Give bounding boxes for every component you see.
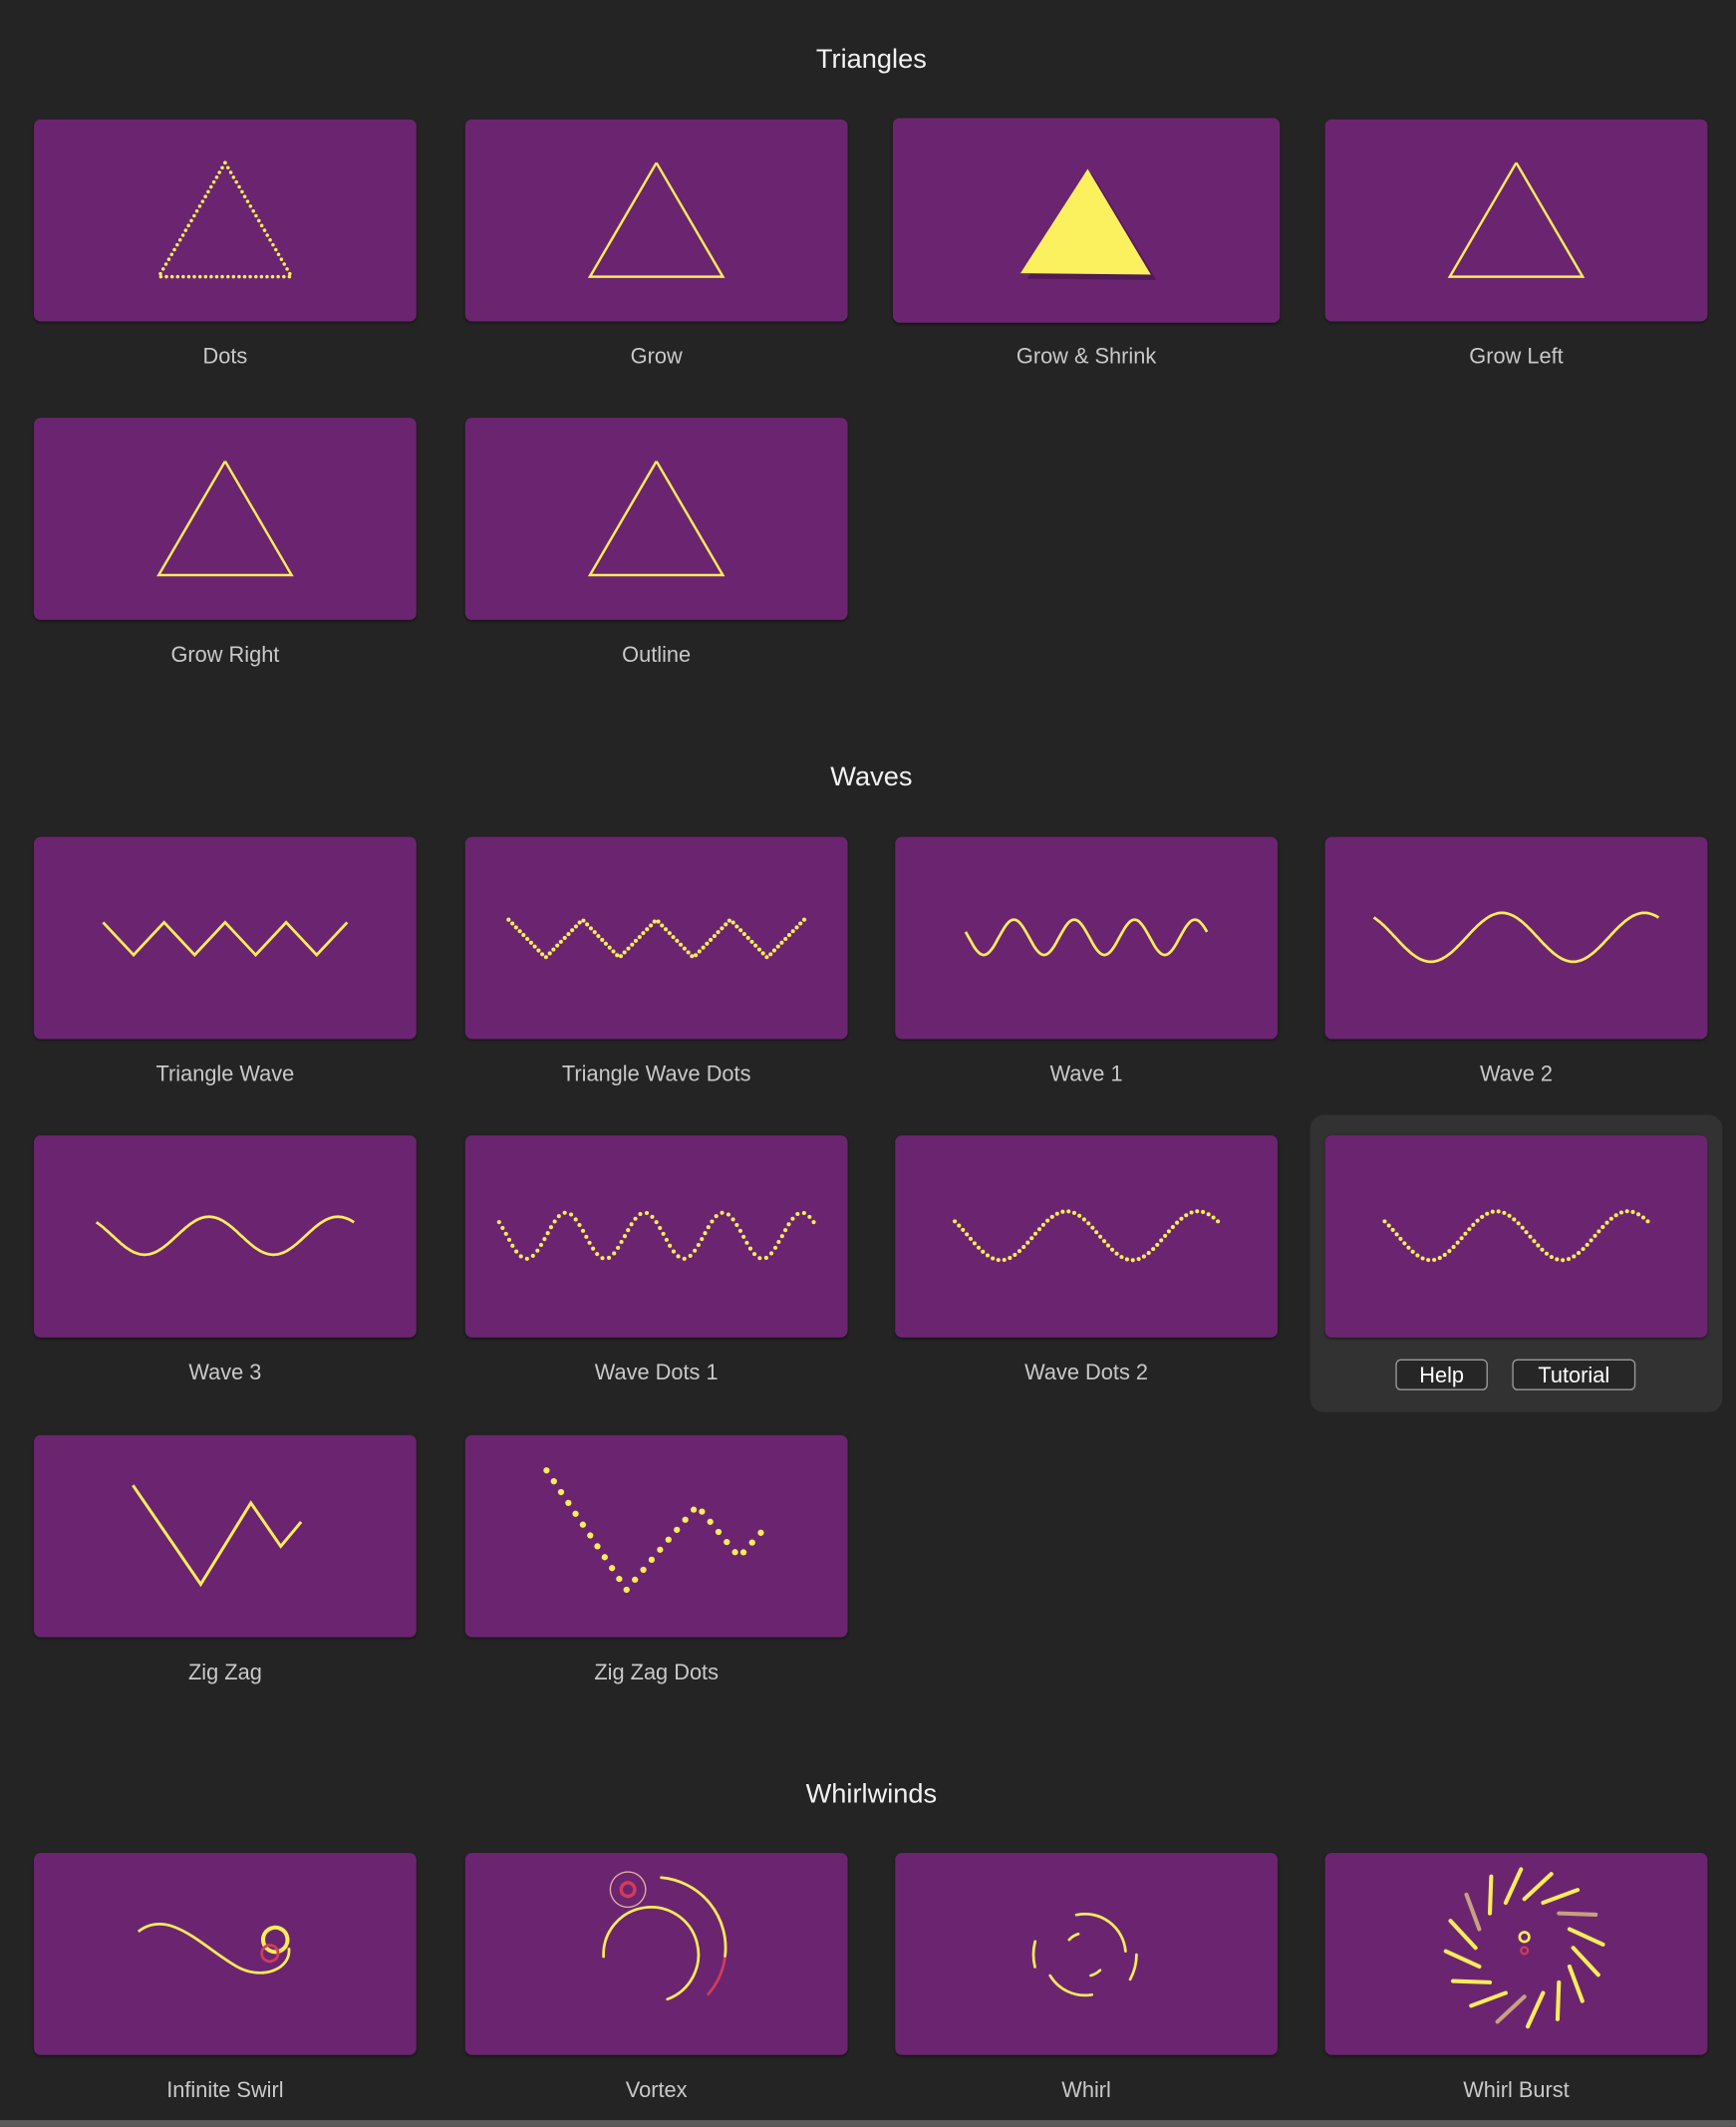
template-tile-wave-1[interactable] [895, 836, 1278, 1040]
scrollbar[interactable] [0, 2120, 1736, 2127]
wavedots1-preview-icon [496, 1210, 816, 1261]
wave1-preview-icon [964, 918, 1209, 957]
template-tile-hovered[interactable] [1324, 1135, 1708, 1338]
tile-label: Wave 1 [1049, 1063, 1123, 1087]
tile-label: Whirl Burst [1463, 2079, 1570, 2103]
section-title-whirlwinds: Whirlwinds [805, 1779, 938, 1810]
template-tile-wave-3[interactable] [34, 1135, 417, 1338]
wave2-preview-icon [1372, 911, 1660, 964]
zigzag-preview-icon [132, 1484, 303, 1588]
tile-label: Wave 3 [188, 1362, 262, 1385]
template-browser: Triangles Waves Whirlwinds Dots Grow Grow … [0, 0, 1736, 2127]
template-tile-whirl[interactable] [895, 1852, 1278, 2055]
template-tile-wave-2[interactable] [1324, 836, 1708, 1040]
whirlburst-preview-icon [1443, 1867, 1605, 2029]
zigzag-dots-preview-icon [543, 1467, 764, 1594]
tile-label: Infinite Swirl [166, 2079, 284, 2103]
section-title-waves: Waves [830, 761, 913, 792]
template-tile-outline[interactable] [464, 418, 848, 620]
template-tile-triangle-wave[interactable] [34, 836, 417, 1040]
template-tile-wave-dots-2[interactable] [895, 1135, 1278, 1338]
template-tile-wave-dots-1[interactable] [464, 1135, 848, 1338]
template-tile-grow-right[interactable] [34, 418, 417, 620]
triangle-filled-preview-icon [1019, 168, 1157, 281]
tile-label: Outline [622, 644, 692, 668]
tile-label: Triangle Wave Dots [561, 1063, 751, 1087]
triangle-outline-preview-icon [587, 460, 725, 577]
vortex-preview-icon [602, 1871, 727, 2001]
tile-label: Grow & Shrink [1015, 346, 1157, 370]
wavedots2-preview-icon [953, 1209, 1221, 1263]
template-tile-zig-zag[interactable] [34, 1434, 417, 1638]
triwave-dots-preview-icon [506, 917, 807, 960]
triangle-dots-preview-icon [158, 160, 292, 279]
triwave-preview-icon [102, 920, 349, 958]
template-tile-whirl-burst[interactable] [1324, 1852, 1708, 2055]
template-tile-grow-shrink[interactable] [892, 118, 1281, 323]
tile-label: Vortex [625, 2079, 688, 2103]
template-tile-vortex[interactable] [464, 1852, 848, 2055]
tutorial-button[interactable]: Tutorial [1512, 1359, 1636, 1390]
wavedots2-preview-icon [1382, 1209, 1650, 1263]
tile-label: Zig Zag Dots [594, 1662, 720, 1685]
tile-label: Whirl [1061, 2079, 1111, 2103]
template-tile-infinite-swirl[interactable] [34, 1852, 417, 2055]
tile-label: Wave 2 [1479, 1063, 1553, 1087]
section-title-triangles: Triangles [815, 44, 927, 75]
swirl-preview-icon [137, 1923, 291, 1975]
tile-label: Wave Dots 1 [594, 1362, 719, 1385]
triangle-outline-preview-icon [156, 460, 294, 577]
tile-label: Grow [630, 346, 683, 370]
template-tile-zig-zag-dots[interactable] [464, 1434, 848, 1638]
whirl-preview-icon [1031, 1912, 1138, 1997]
tile-label: Dots [202, 346, 248, 370]
template-tile-dots[interactable] [34, 119, 417, 322]
triangle-outline-preview-icon [1447, 161, 1586, 278]
tile-label: Wave Dots 2 [1024, 1362, 1149, 1385]
template-tile-grow-left[interactable] [1324, 119, 1708, 322]
tile-label: Grow Left [1469, 346, 1564, 370]
wave3-preview-icon [95, 1215, 355, 1257]
tile-label: Zig Zag [187, 1662, 262, 1685]
template-tile-grow[interactable] [464, 119, 848, 322]
triangle-outline-preview-icon [587, 161, 725, 278]
template-tile-triangle-wave-dots[interactable] [464, 836, 848, 1040]
help-button[interactable]: Help [1395, 1359, 1488, 1390]
tile-label: Triangle Wave [155, 1063, 295, 1087]
tile-label: Grow Right [170, 644, 280, 668]
